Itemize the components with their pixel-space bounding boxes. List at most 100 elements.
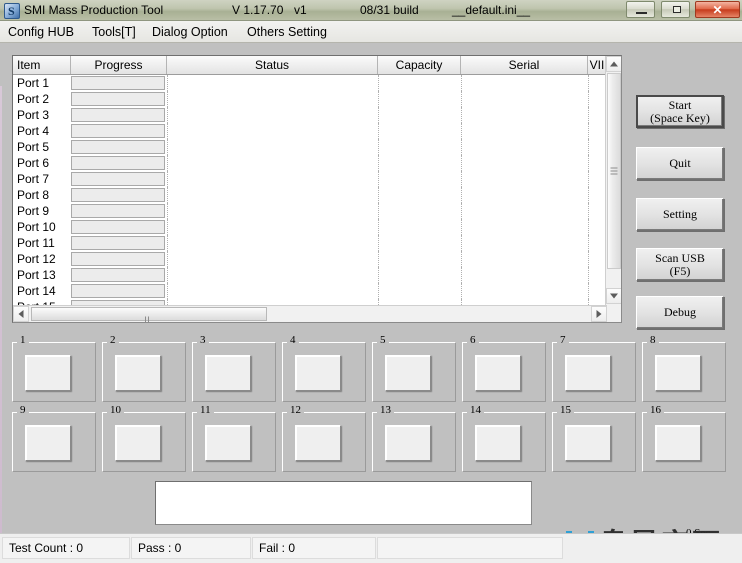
menu-item-tools[interactable]: Tools[T] <box>88 24 140 40</box>
column-divider <box>378 235 379 251</box>
port-indicator-9[interactable]: 9 <box>12 404 96 472</box>
port-indicator-6[interactable]: 6 <box>462 334 546 402</box>
port-status-led <box>205 355 251 391</box>
close-button[interactable]: ✕ <box>695 1 740 18</box>
column-divider <box>461 123 462 139</box>
port-name-cell: Port 9 <box>17 204 50 218</box>
port-indicator-number: 7 <box>557 334 569 346</box>
scroll-left-button[interactable] <box>13 306 29 322</box>
table-row[interactable]: Port 2 <box>13 91 607 107</box>
column-divider <box>167 171 168 187</box>
progress-bar-cell <box>71 92 165 106</box>
port-list-vertical-scrollbar[interactable] <box>605 56 621 322</box>
port-list-body[interactable]: Port 1 Port 2 Port 3 Port 4 Port 5 Port 6 Port… <box>13 75 607 305</box>
port-name-cell: Port 7 <box>17 172 50 186</box>
table-row[interactable]: Port 10 <box>13 219 607 235</box>
scroll-right-button[interactable] <box>591 306 607 322</box>
table-row[interactable]: Port 6 <box>13 155 607 171</box>
port-indicator-16[interactable]: 16 <box>642 404 726 472</box>
port-indicator-2[interactable]: 2 <box>102 334 186 402</box>
column-header-serial[interactable]: Serial <box>461 56 588 74</box>
port-indicator-number: 9 <box>17 404 29 416</box>
column-divider <box>167 139 168 155</box>
column-divider <box>461 155 462 171</box>
maximize-button[interactable] <box>660 1 690 18</box>
progress-bar-cell <box>71 252 165 266</box>
column-header-status[interactable]: Status <box>167 56 378 74</box>
port-indicator-12[interactable]: 12 <box>282 404 366 472</box>
progress-bar-cell <box>71 140 165 154</box>
table-row[interactable]: Port 12 <box>13 251 607 267</box>
table-row[interactable]: Port 14 <box>13 283 607 299</box>
column-divider <box>167 107 168 123</box>
port-list-horizontal-scrollbar[interactable] <box>13 305 607 322</box>
menu-item-others-setting[interactable]: Others Setting <box>243 24 331 40</box>
progress-bar-cell <box>71 284 165 298</box>
port-indicator-8[interactable]: 8 <box>642 334 726 402</box>
setting-button[interactable]: Setting <box>636 198 724 231</box>
table-row[interactable]: Port 5 <box>13 139 607 155</box>
port-indicator-number: 2 <box>107 334 119 346</box>
column-divider <box>378 219 379 235</box>
column-divider <box>461 139 462 155</box>
scroll-up-button[interactable] <box>606 56 621 72</box>
column-divider <box>167 219 168 235</box>
quit-button[interactable]: Quit <box>636 147 724 180</box>
start-button[interactable]: Start (Space Key) <box>636 95 724 128</box>
column-divider <box>378 171 379 187</box>
port-indicator-11[interactable]: 11 <box>192 404 276 472</box>
minimize-button[interactable] <box>626 1 656 18</box>
scroll-down-button[interactable] <box>606 288 621 304</box>
port-indicator-number: 16 <box>647 404 664 416</box>
port-indicator-1[interactable]: 1 <box>12 334 96 402</box>
log-textbox[interactable] <box>155 481 532 525</box>
table-row[interactable]: Port 1 <box>13 75 607 91</box>
horizontal-scroll-thumb[interactable] <box>31 307 267 322</box>
status-extra-pane <box>377 537 563 559</box>
application-window: S SMI Mass Production Tool V 1.17.70 v1 … <box>0 0 742 563</box>
table-row[interactable]: Port 3 <box>13 107 607 123</box>
minimize-icon <box>636 12 648 14</box>
window-variant: v1 <box>294 3 307 17</box>
column-divider <box>461 171 462 187</box>
port-indicator-13[interactable]: 13 <box>372 404 456 472</box>
menu-item-dialog-option[interactable]: Dialog Option <box>148 24 232 40</box>
column-divider <box>588 187 589 203</box>
port-indicator-14[interactable]: 14 <box>462 404 546 472</box>
port-indicator-number: 5 <box>377 334 389 346</box>
column-divider <box>167 203 168 219</box>
column-header-capacity[interactable]: Capacity <box>378 56 461 74</box>
progress-bar-cell <box>71 124 165 138</box>
port-indicator-10[interactable]: 10 <box>102 404 186 472</box>
port-indicator-5[interactable]: 5 <box>372 334 456 402</box>
progress-bar-cell <box>71 236 165 250</box>
column-divider <box>378 75 379 91</box>
port-indicator-3[interactable]: 3 <box>192 334 276 402</box>
column-divider <box>588 91 589 107</box>
port-indicator-7[interactable]: 7 <box>552 334 636 402</box>
port-indicator-15[interactable]: 15 <box>552 404 636 472</box>
vertical-scroll-thumb[interactable] <box>607 73 621 269</box>
port-indicator-4[interactable]: 4 <box>282 334 366 402</box>
port-indicator-number: 4 <box>287 334 299 346</box>
table-row[interactable]: Port 4 <box>13 123 607 139</box>
table-row[interactable]: Port 8 <box>13 187 607 203</box>
port-list-header: Item Progress Status Capacity Serial VII <box>13 56 607 75</box>
menu-item-config-hub[interactable]: Config HUB <box>4 24 78 40</box>
column-divider <box>167 283 168 299</box>
progress-bar-cell <box>71 204 165 218</box>
column-divider <box>588 171 589 187</box>
port-list-view[interactable]: Item Progress Status Capacity Serial VII Port… <box>12 55 622 323</box>
port-status-led <box>385 425 431 461</box>
port-status-led <box>25 355 71 391</box>
window-ini-file: __default.ini__ <box>452 3 531 17</box>
table-row[interactable]: Port 7 <box>13 171 607 187</box>
column-header-progress[interactable]: Progress <box>71 56 167 74</box>
scan-usb-button[interactable]: Scan USB (F5) <box>636 248 724 281</box>
debug-button[interactable]: Debug <box>636 296 724 329</box>
progress-bar-cell <box>71 108 165 122</box>
table-row[interactable]: Port 13 <box>13 267 607 283</box>
column-header-item[interactable]: Item <box>13 56 71 74</box>
table-row[interactable]: Port 11 <box>13 235 607 251</box>
table-row[interactable]: Port 9 <box>13 203 607 219</box>
